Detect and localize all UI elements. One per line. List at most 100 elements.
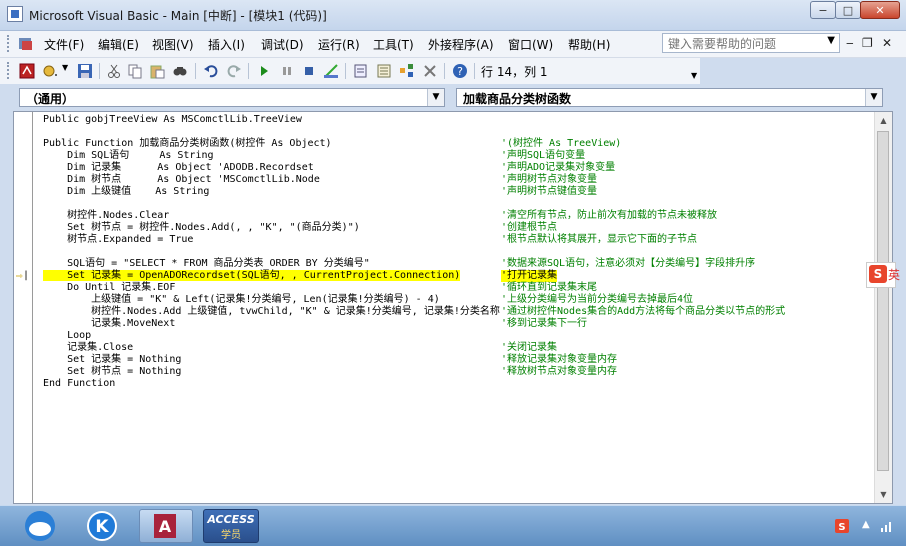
scroll-up-icon[interactable]: ▲ [875, 112, 892, 129]
code-line[interactable]: 记录集.Close '关闭记录集 [43, 342, 557, 354]
vertical-scrollbar[interactable]: ▲ ▼ [874, 112, 892, 503]
toolbar-grip[interactable] [7, 35, 12, 52]
run-icon[interactable] [256, 63, 272, 79]
code-line[interactable]: 树节点.Expanded = True '根节点默认将其展开，显示它下面的子节点 [43, 234, 697, 246]
menu-file[interactable]: 文件(F) [44, 36, 84, 53]
network-icon[interactable] [880, 519, 894, 533]
ime-mode-label[interactable]: 英 [888, 266, 900, 283]
cloud-browser-icon [25, 511, 55, 541]
taskbar-access-app[interactable]: A [139, 509, 193, 543]
taskbar-browser-app[interactable] [20, 509, 74, 543]
code-comment: '(树控件 As TreeView) [501, 138, 622, 149]
taskbar-k-app[interactable]: K [80, 509, 134, 543]
undo-icon[interactable] [203, 63, 219, 79]
menu-run[interactable]: 运行(R) [318, 36, 360, 53]
toolbox-icon[interactable] [422, 63, 438, 79]
menu-help[interactable]: 帮助(H) [568, 36, 610, 53]
code-line[interactable]: SQL语句 = "SELECT * FROM 商品分类表 ORDER BY 分类… [43, 258, 755, 270]
toolbar-options-icon[interactable]: ▼ [691, 71, 697, 80]
code-line[interactable]: Do Until 记录集.EOF '循环直到记录集末尾 [43, 282, 597, 294]
copy-icon[interactable] [127, 63, 143, 79]
code-line[interactable]: Set 树节点 = Nothing '释放树节点对象变量内存 [43, 366, 617, 378]
save-icon[interactable] [77, 63, 93, 79]
menu-edit[interactable]: 编辑(E) [98, 36, 139, 53]
chevron-down-icon[interactable]: ▼ [427, 89, 444, 106]
project-explorer-icon[interactable] [353, 63, 369, 79]
child-restore-button[interactable]: ❐ [862, 36, 873, 50]
code-line[interactable]: Dim 上级键值 As String '声明树节点键值变量 [43, 186, 597, 198]
code-line[interactable]: 上级键值 = "K" & Left(记录集!分类编号, Len(记录集!分类编号… [43, 294, 693, 306]
code-comment: '移到记录集下一行 [501, 318, 588, 329]
cut-icon[interactable] [106, 63, 122, 79]
code-window[interactable]: Public gobjTreeView As MSComctlLib.TreeV… [13, 111, 893, 504]
taskbar: K A ACCESS 学员 S ▲ [0, 505, 906, 546]
minimize-button[interactable]: − [810, 1, 836, 19]
tray-expand-icon[interactable]: ▲ [862, 519, 870, 530]
help-search-input[interactable] [666, 35, 822, 53]
help-icon[interactable]: ? [452, 63, 468, 79]
code-text: Dim 记录集 As Object 'ADODB.Recordset [43, 162, 314, 173]
vba-app-icon [7, 6, 23, 22]
child-minimize-button[interactable]: ‒ [846, 36, 854, 50]
menu-insert[interactable]: 插入(I) [208, 36, 245, 53]
scroll-down-icon[interactable]: ▼ [875, 486, 892, 503]
object-combo[interactable]: （通用） ▼ [19, 88, 445, 107]
design-mode-icon[interactable] [323, 63, 339, 79]
close-button[interactable]: ✕ [860, 1, 900, 19]
taskbar-access-course-app[interactable]: ACCESS 学员 [203, 509, 259, 543]
code-line[interactable]: 树控件.Nodes.Add 上级键值, tvwChild, "K" & 记录集!… [43, 306, 785, 318]
code-line[interactable]: ⇨ | Set 记录集 = OpenADORecordset(SQL语句, , C… [16, 270, 558, 282]
menu-addins[interactable]: 外接程序(A) [428, 36, 494, 53]
object-browser-icon[interactable] [399, 63, 415, 79]
maximize-button[interactable]: □ [835, 1, 861, 19]
chevron-down-icon[interactable]: ▼ [865, 89, 882, 106]
chevron-down-icon[interactable]: ▼ [827, 35, 835, 46]
code-line[interactable] [43, 198, 500, 210]
properties-icon[interactable] [376, 63, 392, 79]
access-icon[interactable] [19, 63, 35, 79]
code-text: Do Until 记录集.EOF [43, 282, 176, 293]
procedure-combo[interactable]: 加载商品分类树函数 ▼ [456, 88, 883, 107]
menu-debug[interactable]: 调试(D) [261, 36, 304, 53]
code-line[interactable]: Public Function 加载商品分类树函数(树控件 As Object)… [43, 138, 621, 150]
menu-window[interactable]: 窗口(W) [508, 36, 553, 53]
code-line[interactable]: Set 记录集 = Nothing '释放记录集对象变量内存 [43, 354, 617, 366]
code-line[interactable]: Dim 记录集 As Object 'ADODB.Recordset '声明ADO… [43, 162, 615, 174]
code-line[interactable]: Dim 树节点 As Object 'MSComctlLib.Node '声明树节… [43, 174, 597, 186]
margin-indicator-bar[interactable] [14, 112, 33, 503]
access-view-icon[interactable] [18, 36, 34, 52]
insert-module-icon[interactable] [42, 63, 58, 79]
pause-icon[interactable] [279, 63, 295, 79]
code-line[interactable] [43, 126, 500, 138]
code-line[interactable] [43, 246, 500, 258]
toolbar-separator [99, 63, 100, 79]
redo-icon[interactable] [226, 63, 242, 79]
code-line[interactable]: End Function [43, 378, 500, 390]
code-editor[interactable]: Public gobjTreeView As MSComctlLib.TreeV… [16, 114, 785, 390]
menu-tools[interactable]: 工具(T) [373, 36, 414, 53]
scroll-thumb[interactable] [877, 131, 889, 471]
toolbar-separator [444, 63, 445, 79]
code-line[interactable]: Set 树节点 = 树控件.Nodes.Add(, , "K", "(商品分类)… [43, 222, 557, 234]
ime-status-bar[interactable]: S 英 [866, 262, 900, 288]
toolbar-grip[interactable] [7, 62, 12, 79]
sogou-tray-icon[interactable]: S [835, 519, 849, 533]
stop-icon[interactable] [301, 63, 317, 79]
find-icon[interactable] [172, 63, 188, 79]
code-text: Set 记录集 = OpenADORecordset(SQL语句, , Curr… [43, 270, 461, 281]
svg-text:K: K [95, 517, 109, 537]
code-line[interactable]: 树控件.Nodes.Clear '清空所有节点，防止前次有加载的节点未被释放 [43, 210, 717, 222]
menu-view[interactable]: 视图(V) [152, 36, 194, 53]
paste-icon[interactable] [149, 63, 165, 79]
code-line[interactable]: 记录集.MoveNext '移到记录集下一行 [43, 318, 587, 330]
code-comment: '声明SQL语句变量 [501, 150, 586, 161]
toolbar-separator [195, 63, 196, 79]
child-close-button[interactable]: ✕ [882, 36, 892, 50]
code-line[interactable]: Public gobjTreeView As MSComctlLib.TreeV… [43, 114, 500, 126]
svg-text:A: A [159, 517, 172, 536]
chevron-down-icon[interactable]: ▼ [62, 63, 68, 72]
code-line[interactable]: Loop [43, 330, 500, 342]
code-line[interactable]: Dim SQL语句 As String '声明SQL语句变量 [43, 150, 585, 162]
k-app-icon: K [87, 511, 117, 541]
help-search-box[interactable]: ▼ [662, 33, 840, 53]
